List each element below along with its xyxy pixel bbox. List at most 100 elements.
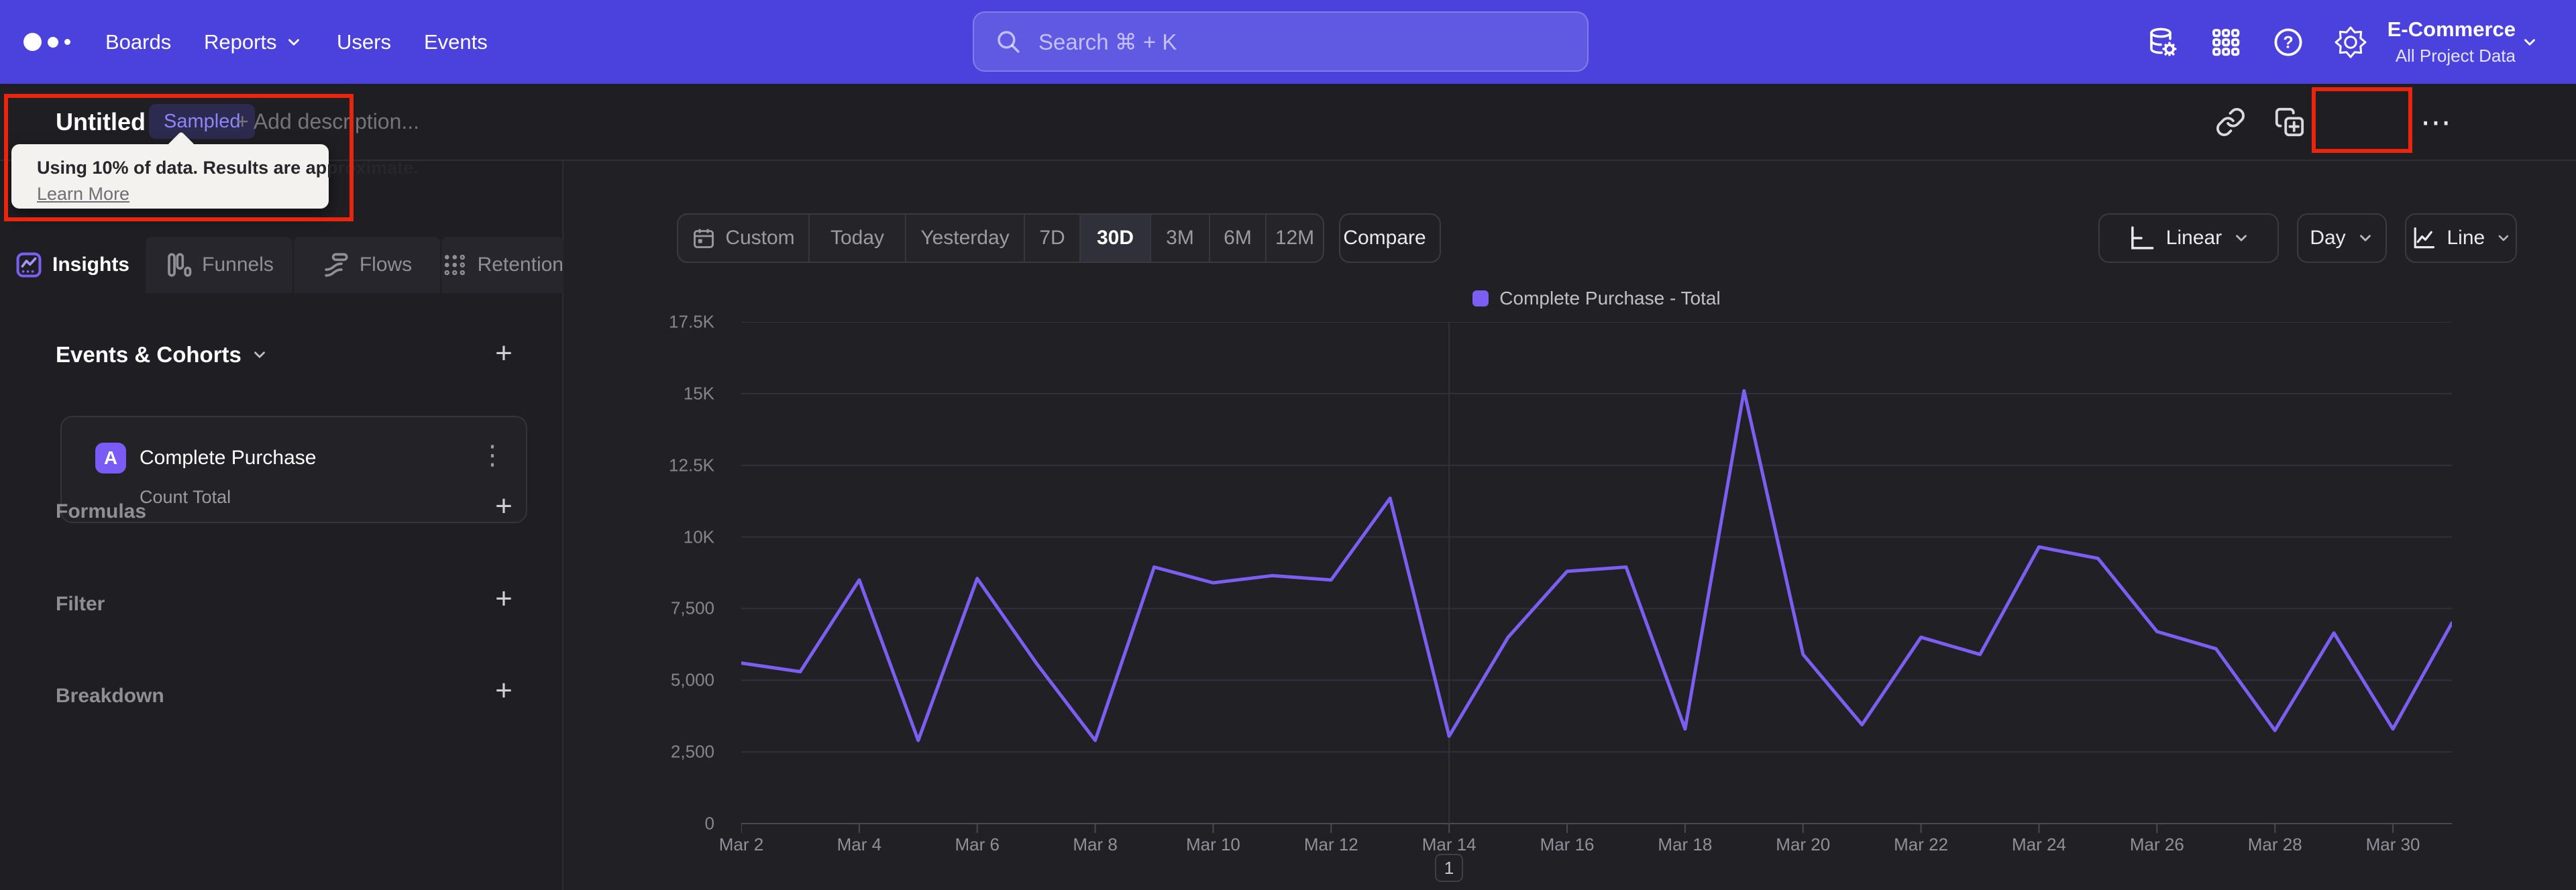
project-chevron-down-icon[interactable] [2521,0,2538,84]
range-6m[interactable]: 6M [1209,215,1265,262]
chart-legend: Complete Purchase - Total [741,288,2452,309]
search-placeholder: Search ⌘ + K [1038,29,1177,54]
formulas-section: Formulas + [0,490,564,535]
formulas-label: Formulas [56,500,147,522]
flows-icon [325,253,348,277]
tab-retention[interactable]: Retention [440,237,564,293]
y-axis-tick-label: 12.5K [669,455,714,476]
x-axis-tick-label: Mar 6 [955,834,1000,854]
tooltip-text: Using 10% of data. Results are approxima… [37,158,419,178]
add-event-button[interactable]: + [488,337,519,370]
range-7d[interactable]: 7D [1024,215,1079,262]
compare-button[interactable]: Compare [1339,213,1441,263]
page-indicator[interactable]: 1 [1435,854,1463,882]
report-tabbar: Insights Funnels Flows Retention [0,237,564,293]
event-name[interactable]: Complete Purchase [140,447,316,469]
x-axis-tick-label: Mar 22 [1894,834,1949,854]
series-line [741,389,2452,742]
report-header: Untitled Sampled + Add description... ⋯ [0,84,2576,237]
tab-funnels[interactable]: Funnels [144,237,292,293]
chart-type-select[interactable]: Line [2405,213,2517,263]
x-axis-tick-label: Mar 16 [1540,834,1595,854]
filter-label: Filter [56,593,105,615]
filter-section: Filter + [0,582,564,628]
top-nav: Boards Reports Users Events Search ⌘ + K… [0,0,2576,84]
scale-select[interactable]: Linear [2098,213,2279,263]
x-axis-tick-label: Mar 8 [1073,834,1118,854]
x-axis-tick-label: Mar 14 [1421,834,1477,854]
interval-select[interactable]: Day [2297,213,2387,263]
range-30d[interactable]: 30D [1079,215,1150,262]
line-chart: 0 2,500 5,000 7,500 10K 12.5K 15K 17.5K Mar 2 Mar… [669,312,2452,854]
y-axis-tick-label: 2,500 [670,741,714,762]
y-axis-tick-label: 15K [683,383,714,404]
event-letter-badge: A [95,443,126,474]
chevron-down-icon [254,351,265,358]
search-input[interactable]: Search ⌘ + K [973,11,1589,72]
x-axis-tick-label: Mar 2 [718,834,764,854]
y-axis-tick-label: 10K [683,526,714,547]
x-axis-tick-label: Mar 26 [2129,834,2184,854]
breakdown-label: Breakdown [56,685,164,707]
duplicate-icon[interactable] [2274,84,2305,160]
y-axis-tick-label: 5,000 [670,669,714,690]
tab-flows[interactable]: Flows [292,237,440,293]
chevron-down-icon [288,38,299,46]
x-axis-tick-label: Mar 4 [837,834,882,854]
y-axis-tick-label: 7,500 [670,598,714,618]
legend-series-label: Complete Purchase - Total [1499,288,1721,309]
y-axis-tick-label: 17.5K [669,311,714,332]
project-name: E-Commerce [2387,17,2516,41]
add-filter-button[interactable]: + [488,582,519,615]
date-range-control: Custom Today Yesterday 7D 30D 3M 6M 12M [677,213,1324,263]
tab-insights[interactable]: Insights [0,237,144,293]
funnels-icon [168,253,192,277]
sampling-tooltip: Using 10% of data. Results are approxima… [11,131,419,209]
svg-text:?: ? [2283,33,2293,52]
add-formula-button[interactable]: + [488,490,519,522]
y-axis-tick-label: 0 [704,813,714,834]
help-icon[interactable]: ? [2272,0,2304,84]
line-chart-icon [2414,227,2435,249]
project-switcher[interactable]: E-Commerce All Project Data [2361,0,2516,84]
x-axis-tick-label: Mar 30 [2365,834,2420,854]
calendar-icon [694,229,714,248]
learn-more-link[interactable]: Learn More [37,184,129,205]
chevron-down-icon [2359,235,2371,241]
range-3m[interactable]: 3M [1150,215,1209,262]
insights-icon [16,252,42,278]
data-management-icon[interactable] [2146,0,2178,84]
nav-boards[interactable]: Boards [105,0,171,84]
linear-axis-icon [2131,226,2154,249]
nav-reports[interactable]: Reports [204,0,303,84]
chart-canvas[interactable] [741,322,2452,852]
range-yesterday[interactable]: Yesterday [905,215,1024,262]
legend-swatch [1472,290,1489,307]
more-actions-icon[interactable]: ⋯ [2420,84,2453,160]
breakdown-section: Breakdown + [0,674,564,720]
x-axis-tick-label: Mar 24 [2012,834,2066,854]
mixpanel-app: Boards Reports Users Events Search ⌘ + K… [0,0,2576,890]
x-axis-tick-label: Mar 12 [1303,834,1358,854]
mixpanel-logo-icon[interactable] [23,0,70,84]
x-axis-tick-label: Mar 20 [1776,834,1831,854]
x-axis-tick-label: Mar 28 [2247,834,2302,854]
retention-icon [444,254,466,276]
x-axis-tick-label: Mar 10 [1185,834,1240,854]
query-builder-panel: Insights Funnels Flows Retention Events … [0,161,564,890]
range-today[interactable]: Today [808,215,905,262]
share-link-icon[interactable] [2215,84,2246,160]
nav-events[interactable]: Events [424,0,488,84]
range-12m[interactable]: 12M [1265,215,1323,262]
chevron-down-icon [2498,235,2509,241]
add-breakdown-button[interactable]: + [488,674,519,707]
events-cohorts-header: Events & Cohorts + [0,337,564,376]
event-kebab-menu-icon[interactable]: ⋮ [479,440,506,471]
nav-users[interactable]: Users [337,0,391,84]
range-custom[interactable]: Custom [678,215,808,262]
project-scope: All Project Data [2395,46,2516,66]
chart-panel: Custom Today Yesterday 7D 30D 3M 6M 12M … [564,161,2576,890]
apps-grid-icon[interactable] [2210,0,2242,84]
events-cohorts-label[interactable]: Events & Cohorts [56,342,268,368]
chevron-down-icon [2236,235,2247,241]
